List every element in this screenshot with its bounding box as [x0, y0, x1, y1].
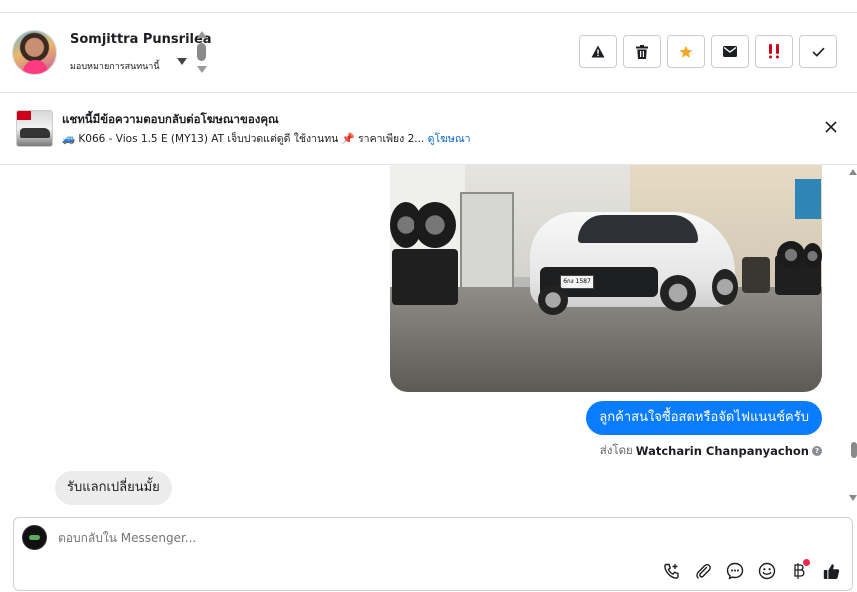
- conversation-actions: [579, 35, 837, 68]
- ad-description: 🚙 K066 - Vios 1.5 E (MY13) AT เจ็บปวดแต่…: [62, 133, 425, 145]
- ad-thumbnail[interactable]: [16, 110, 53, 147]
- report-button[interactable]: [579, 35, 617, 68]
- contact-name[interactable]: Somjittra Punsrilea: [70, 32, 212, 47]
- star-button[interactable]: [667, 35, 705, 68]
- star-icon: [679, 45, 693, 58]
- page-avatar: [22, 525, 47, 550]
- priority-button[interactable]: [755, 35, 793, 68]
- scroll-up-icon[interactable]: [849, 169, 857, 175]
- sent-by-label: ส่งโดย Watcharin Chanpanyachon ?: [600, 442, 822, 460]
- ad-banner-subtitle: 🚙 K066 - Vios 1.5 E (MY13) AT เจ็บปวดแต่…: [62, 130, 470, 147]
- license-plate: 6กง 1587: [560, 275, 594, 289]
- sender-name: Watcharin Chanpanyachon: [635, 444, 809, 458]
- priority-icon: [769, 44, 779, 59]
- header-scrollbar[interactable]: [196, 31, 208, 77]
- conversation-header: Somjittra Punsrilea มอบหมายการสนทนานี้: [0, 13, 857, 93]
- mail-icon: [723, 46, 737, 57]
- scroll-down-icon[interactable]: [849, 495, 857, 501]
- car-photo-message[interactable]: 6กง 1587: [390, 165, 822, 392]
- incoming-message[interactable]: รับแลกเปลี่ยนมั้ย: [55, 471, 172, 505]
- ad-reply-banner: [0, 93, 857, 165]
- info-icon[interactable]: ?: [812, 446, 822, 456]
- thread-scrollbar[interactable]: [848, 165, 857, 510]
- check-icon: [811, 47, 825, 57]
- ad-banner-title: แชทนี้มีข้อความตอบกลับต่อโฆษณาของคุณ: [62, 112, 279, 126]
- mark-done-button[interactable]: [799, 35, 837, 68]
- assign-conversation-label[interactable]: มอบหมายการสนทนานี้: [70, 59, 160, 73]
- message-thread[interactable]: 6กง 1587 ลูกค้าสนใจซื้อสดหรือจัดไฟแนนช์ค…: [0, 165, 848, 510]
- mark-unread-button[interactable]: [711, 35, 749, 68]
- call-add-icon[interactable]: [660, 560, 682, 582]
- chevron-down-icon[interactable]: [177, 58, 187, 65]
- contact-avatar[interactable]: [12, 30, 57, 75]
- composer-toolbar: [660, 559, 842, 582]
- delete-button[interactable]: [623, 35, 661, 68]
- emoji-icon[interactable]: [756, 560, 778, 582]
- trash-icon: [636, 44, 648, 59]
- chat-bubble-icon[interactable]: [724, 560, 746, 582]
- close-icon[interactable]: [823, 119, 839, 135]
- notification-dot: [803, 559, 810, 566]
- scroll-thumb[interactable]: [851, 442, 857, 458]
- warning-icon: [591, 45, 605, 58]
- view-ad-link[interactable]: ดูโฆษณา: [428, 133, 471, 145]
- reply-composer: [13, 517, 853, 591]
- attach-icon[interactable]: [692, 560, 714, 582]
- sent-by-prefix: ส่งโดย: [599, 443, 633, 457]
- reply-input[interactable]: [58, 531, 558, 545]
- outgoing-message[interactable]: ลูกค้าสนใจซื้อสดหรือจัดไฟแนนช์ครับ: [586, 401, 822, 435]
- baht-icon[interactable]: [788, 559, 810, 582]
- thumbs-up-icon[interactable]: [820, 560, 842, 582]
